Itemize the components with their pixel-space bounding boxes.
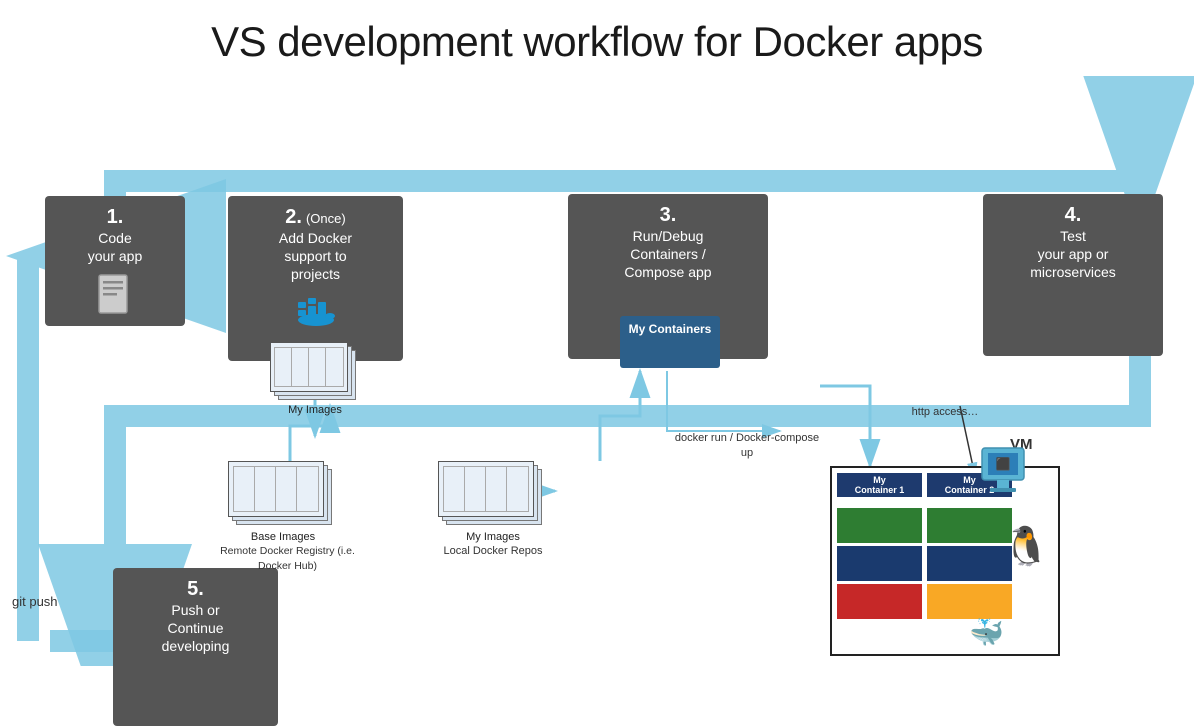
base-images-label: Base Images — [228, 531, 338, 543]
vm-monitor-icon: ⬛ — [980, 446, 1035, 496]
container-1-label: MyContainer 1 — [837, 473, 922, 497]
step-1-box: 1. Codeyour app — [45, 196, 185, 326]
step-5-box: 5. Push orContinuedeveloping — [113, 568, 278, 726]
step-4-box: 4. Testyour app ormicroservices — [983, 194, 1163, 356]
document-icon — [97, 273, 133, 315]
svg-text:⬛: ⬛ — [996, 457, 1011, 471]
my-containers-box: My Containers — [620, 316, 720, 368]
my-images-stack-local: My Images — [438, 461, 548, 543]
step-2-number: 2. — [285, 206, 302, 229]
step-2-box: 2. (Once) Add Dockersupport toprojects — [228, 196, 403, 361]
step-4-number: 4. — [991, 204, 1155, 227]
step-2-label: Add Dockersupport toprojects — [236, 229, 395, 284]
my-images-top-label: My Images — [270, 404, 360, 416]
base-images-stack: Base Images — [228, 461, 338, 543]
step-1-number: 1. — [53, 206, 177, 229]
step-2-once: (Once) — [306, 211, 346, 226]
my-images-stack-top: My Images — [270, 342, 360, 416]
step-4-label: Testyour app ormicroservices — [991, 227, 1155, 282]
git-push-label: git push — [12, 594, 58, 609]
local-repos-label: Local Docker Repos — [438, 544, 548, 559]
my-images-local-label: My Images — [438, 531, 548, 543]
my-containers-label: My Containers — [629, 322, 712, 336]
docker-icon — [294, 292, 338, 328]
diagram-area: 1. Codeyour app 2. (Once) Add Dockersupp… — [0, 76, 1194, 666]
docker-run-label: docker run / Docker-compose up — [672, 431, 822, 462]
step-5-number: 5. — [121, 578, 270, 601]
main-title: VS development workflow for Docker apps — [0, 0, 1194, 76]
step-3-label: Run/DebugContainers /Compose app — [576, 227, 760, 282]
step-5-label: Push orContinuedeveloping — [121, 601, 270, 656]
step-3-number: 3. — [576, 204, 760, 227]
docker-whale-vm-icon: 🐳 — [969, 616, 1004, 649]
http-access-label: http access… — [905, 406, 985, 418]
step-1-label: Codeyour app — [53, 229, 177, 265]
linux-penguin-icon: 🐧 — [1003, 528, 1050, 566]
registry-label: Remote Docker Registry (i.e. Docker Hub) — [215, 544, 360, 573]
